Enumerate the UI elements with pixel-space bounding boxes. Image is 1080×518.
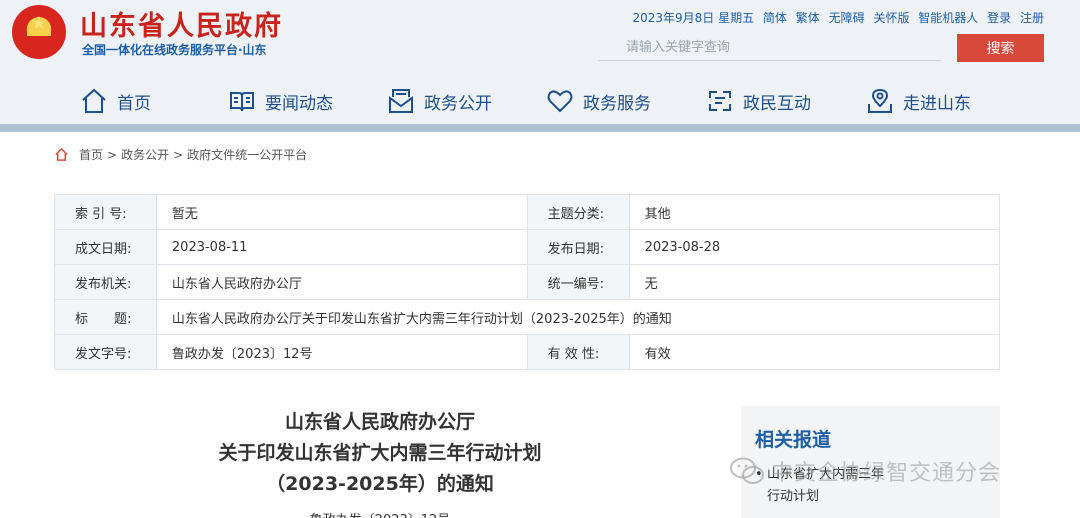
link-register[interactable]: 注册 <box>1020 11 1044 25</box>
site-title[interactable]: 山东省人民政府 <box>80 4 283 43</box>
current-date: 2023年9月8日 星期五 <box>632 11 755 25</box>
nav-home[interactable]: 首页 <box>80 84 151 118</box>
site-header: ★ 山东省人民政府 全国一体化在线政务服务平台·山东 2023年9月8日 星期五… <box>0 0 1080 125</box>
table-row: 发文字号: 鲁政办发〔2023〕12号 有 效 性: 有效 <box>54 334 1001 370</box>
table-row: 索 引 号: 暂无 主题分类: 其他 <box>54 194 1001 230</box>
nav-gov-affairs[interactable]: 政务公开 <box>387 84 492 118</box>
nav-label: 政务公开 <box>424 93 492 114</box>
link-accessibility[interactable]: 无障碍 <box>829 11 865 25</box>
link-simplified[interactable]: 简体 <box>763 11 787 25</box>
validity-value: 有效 <box>628 334 1001 370</box>
site-subtitle: 全国一体化在线政务服务平台·山东 <box>82 43 267 57</box>
index-value: 暂无 <box>155 194 528 230</box>
document-title-line: （2023-2025年）的通知 <box>266 473 494 495</box>
nav-label: 要闻动态 <box>265 93 333 114</box>
national-emblem-icon: ★ <box>12 5 66 59</box>
index-label: 索 引 号: <box>54 194 157 230</box>
breadcrumb-home[interactable]: 首页 <box>79 146 103 163</box>
nav-label: 走进山东 <box>903 93 971 114</box>
header-divider <box>0 124 1080 132</box>
document-title: 山东省人民政府办公厅 关于印发山东省扩大内需三年行动计划 （2023-2025年… <box>150 407 610 500</box>
nav-gov-services[interactable]: 政务服务 <box>546 84 651 118</box>
top-links: 2023年9月8日 星期五 简体 繁体 无障碍 关怀版 智能机器人 登录 注册 <box>627 9 1044 26</box>
breadcrumb-separator: > <box>107 147 118 162</box>
nav-news[interactable]: 要闻动态 <box>228 84 333 118</box>
docno-value: 鲁政办发〔2023〕12号 <box>155 334 528 370</box>
breadcrumb-current[interactable]: 政府文件统一公开平台 <box>187 146 307 163</box>
book-icon <box>230 92 254 112</box>
nav-label: 政民互动 <box>743 93 811 114</box>
document-number: 鲁政办发〔2023〕12号 <box>280 509 480 518</box>
watermark: 中交企协绿智交通分会 <box>729 455 1001 487</box>
watermark-text: 中交企协绿智交通分会 <box>771 461 1002 486</box>
document-title-line: 山东省人民政府办公厅 <box>284 411 475 433</box>
docno-label: 发文字号: <box>54 334 157 370</box>
home-icon <box>55 147 68 161</box>
title-value: 山东省人民政府办公厅关于印发山东省扩大内需三年行动计划（2023-2025年）的… <box>155 299 1001 335</box>
table-row: 标 题: 山东省人民政府办公厅关于印发山东省扩大内需三年行动计划（2023-20… <box>54 299 1001 335</box>
home-icon <box>82 88 106 113</box>
link-traditional[interactable]: 繁体 <box>796 11 820 25</box>
nav-label: 政务服务 <box>583 93 651 114</box>
serial-label: 统一编号: <box>526 264 630 300</box>
table-row: 成文日期: 2023-08-11 发布日期: 2023-08-28 <box>54 229 1001 265</box>
link-login[interactable]: 登录 <box>987 11 1011 25</box>
published-value: 2023-08-28 <box>628 229 1001 265</box>
search-input[interactable] <box>598 34 941 61</box>
main-nav: 首页 要闻动态 政务公开 政务服务 政民互动 走进山东 <box>0 78 1080 124</box>
nav-label: 首页 <box>117 93 151 114</box>
nav-interaction[interactable]: 政民互动 <box>706 84 811 118</box>
related-item-line: 行动计划 <box>767 489 820 504</box>
breadcrumb-gov-affairs[interactable]: 政务公开 <box>121 146 169 163</box>
breadcrumb: 首页 > 政务公开 > 政府文件统一公开平台 <box>54 146 307 163</box>
inbox-icon <box>389 89 413 113</box>
title-label: 标 题: <box>54 299 157 335</box>
related-title: 相关报道 <box>755 429 832 451</box>
validity-label: 有 效 性: <box>526 334 630 370</box>
link-robot[interactable]: 智能机器人 <box>918 11 978 25</box>
published-label: 发布日期: <box>526 229 630 265</box>
topic-value: 其他 <box>628 194 1001 230</box>
table-row: 发布机关: 山东省人民政府办公厅 统一编号: 无 <box>54 264 1001 300</box>
breadcrumb-separator: > <box>173 147 184 162</box>
interaction-icon <box>709 91 731 111</box>
serial-value: 无 <box>628 264 1001 300</box>
issuer-label: 发布机关: <box>54 264 157 300</box>
search-button[interactable]: 搜索 <box>957 34 1044 62</box>
document-meta-table: 索 引 号: 暂无 主题分类: 其他 成文日期: 2023-08-11 发布日期… <box>54 194 1001 370</box>
wechat-icon <box>730 457 764 484</box>
topic-label: 主题分类: <box>526 194 630 230</box>
created-value: 2023-08-11 <box>155 229 528 265</box>
created-label: 成文日期: <box>54 229 157 265</box>
link-care-mode[interactable]: 关怀版 <box>873 11 909 25</box>
map-pin-icon <box>868 88 892 113</box>
document-title-line: 关于印发山东省扩大内需三年行动计划 <box>218 442 542 464</box>
issuer-value: 山东省人民政府办公厅 <box>155 264 528 300</box>
heart-icon <box>547 90 573 113</box>
nav-explore[interactable]: 走进山东 <box>866 84 971 118</box>
